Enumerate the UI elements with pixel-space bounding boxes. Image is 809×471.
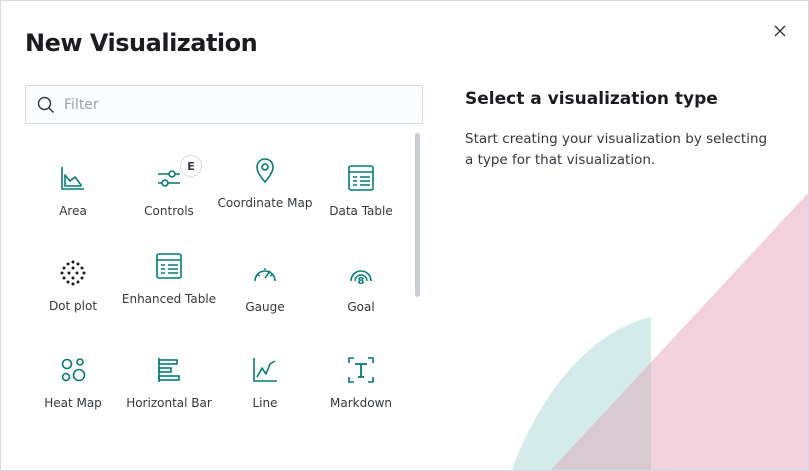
line-chart-icon xyxy=(253,358,277,382)
filter-input[interactable] xyxy=(64,86,414,123)
vis-type-gauge[interactable]: Gauge xyxy=(217,259,313,315)
data-table-icon xyxy=(348,165,374,191)
vis-type-coordinate-map[interactable]: Coordinate Map xyxy=(217,155,313,211)
horizontal-bar-icon xyxy=(158,358,180,382)
gauge-icon xyxy=(254,268,276,282)
vis-type-label: Enhanced Table xyxy=(121,292,217,306)
vis-type-label: Gauge xyxy=(245,300,285,314)
area-chart-icon xyxy=(61,167,84,190)
decorative-illustration xyxy=(511,193,808,470)
vis-type-markdown[interactable]: Markdown xyxy=(313,355,409,411)
svg-text:8: 8 xyxy=(358,276,365,287)
vis-type-label: Dot plot xyxy=(48,299,98,313)
heat-map-icon xyxy=(61,358,86,382)
info-description: Start creating your visualization by sel… xyxy=(465,131,768,168)
vis-type-line[interactable]: Line xyxy=(217,355,313,411)
vis-type-label: Line xyxy=(252,396,278,410)
enhanced-table-icon xyxy=(156,253,182,279)
map-pin-icon xyxy=(256,158,274,184)
vis-type-controls[interactable]: Controls xyxy=(121,163,217,219)
vis-type-label: Heat Map xyxy=(44,396,102,410)
vis-type-label: Controls xyxy=(144,204,194,218)
markdown-icon xyxy=(348,357,374,383)
vis-type-label: Coordinate Map xyxy=(217,196,313,210)
vis-type-dot-plot[interactable]: Dot plot xyxy=(25,258,121,314)
modal-title: New Visualization xyxy=(25,29,258,57)
vis-type-label: Goal xyxy=(347,300,375,314)
close-button[interactable] xyxy=(770,21,790,41)
vis-type-label: Data Table xyxy=(329,204,393,218)
close-icon xyxy=(774,25,786,37)
vis-type-enhanced-table[interactable]: Enhanced Table xyxy=(121,251,217,307)
vis-type-heat-map[interactable]: Heat Map xyxy=(25,355,121,411)
vis-type-area[interactable]: Area xyxy=(25,163,121,219)
vis-type-goal[interactable]: 8 Goal xyxy=(313,259,409,315)
filter-search-box[interactable] xyxy=(25,85,423,124)
grid-scrollbar[interactable] xyxy=(415,133,420,297)
vis-type-label: Area xyxy=(59,204,87,218)
search-icon xyxy=(37,96,54,113)
vis-type-label: Markdown xyxy=(330,396,392,410)
vis-type-horizontal-bar[interactable]: Horizontal Bar xyxy=(121,355,217,411)
new-visualization-modal: New Visualization Area Contro xyxy=(0,0,809,471)
info-title: Select a visualization type xyxy=(465,89,718,109)
vis-type-data-table[interactable]: Data Table xyxy=(313,163,409,219)
visualization-type-grid: Area Controls E Coordinate Map Data Tabl xyxy=(25,133,423,470)
experimental-badge: E xyxy=(180,155,202,177)
vis-type-label: Horizontal Bar xyxy=(126,396,212,410)
dot-plot-icon xyxy=(60,260,86,286)
goal-icon: 8 xyxy=(350,270,372,287)
